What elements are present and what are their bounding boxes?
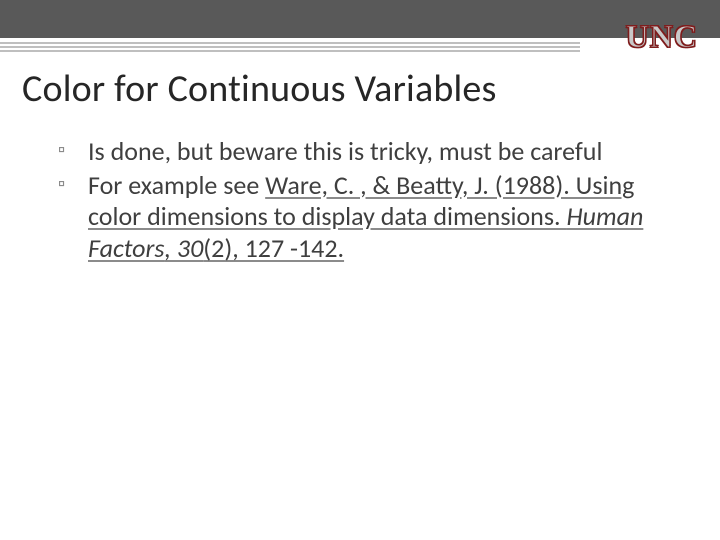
ref-volume: , 30 — [165, 232, 204, 264]
ref-pages: (2), 127 -142. — [203, 232, 344, 264]
top-bar — [0, 0, 720, 38]
horizontal-rule-stripes — [0, 42, 580, 54]
list-item: Is done, but beware this is tricky, must… — [58, 136, 680, 168]
bullet-text: Is done, but beware this is tricky, must… — [88, 135, 602, 167]
list-item: For example see Ware, C. , & Beatty, J. … — [58, 170, 680, 265]
content-area: Is done, but beware this is tricky, must… — [0, 136, 720, 265]
bullet-prefix: For example see — [88, 169, 265, 201]
bullet-list: Is done, but beware this is tricky, must… — [58, 136, 680, 265]
slide-title: Color for Continuous Variables — [22, 66, 720, 112]
unc-logo: UNC — [626, 18, 698, 55]
